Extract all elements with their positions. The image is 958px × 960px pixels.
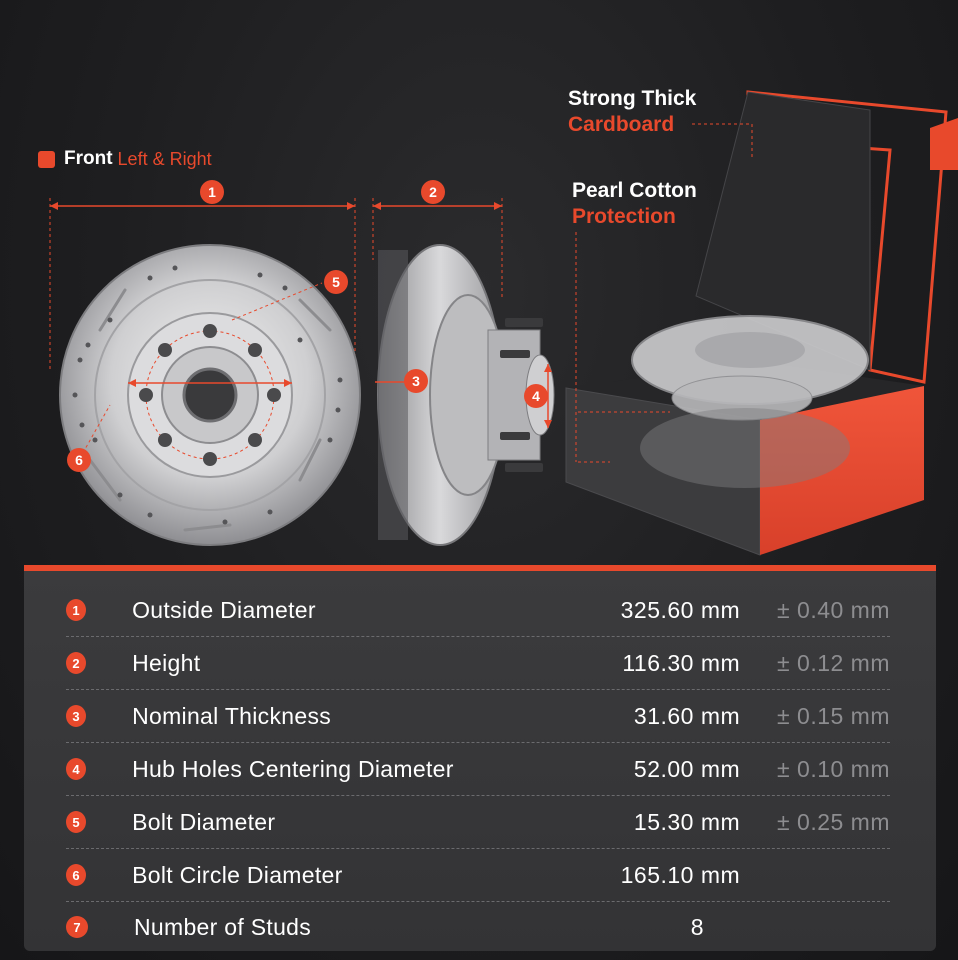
spec-value: 15.30 mm	[633, 808, 741, 835]
spec-row: 2 Height 116.30 mm ± 0.12 mm	[66, 637, 890, 689]
marker-2: 2	[421, 180, 445, 204]
spec-name: Height	[132, 649, 201, 676]
spec-number-badge: 3	[66, 705, 87, 727]
spec-row: 3 Nominal Thickness 31.60 mm ± 0.15 mm	[66, 690, 890, 742]
marker-4: 4	[524, 384, 548, 408]
product-illustration	[49, 90, 958, 556]
spec-name: Hub Holes Centering Diameter	[132, 755, 454, 782]
spec-name: Nominal Thickness	[132, 702, 332, 729]
spec-row: 7 Number of Studs 8	[66, 901, 890, 953]
spec-tolerance: ± 0.15 mm	[777, 702, 891, 729]
spec-number-badge: 7	[66, 916, 88, 938]
spec-name: Bolt Diameter	[132, 808, 276, 835]
spec-name: Number of Studs	[134, 913, 312, 940]
marker-3: 3	[404, 369, 428, 393]
spec-number-badge: 6	[66, 864, 87, 886]
brake-rotor-front-view	[59, 244, 361, 546]
spec-number-badge: 2	[66, 652, 87, 674]
spec-value: 165.10 mm	[620, 861, 741, 888]
spec-row: 5 Bolt Diameter 15.30 mm ± 0.25 mm	[66, 796, 890, 848]
marker-6: 6	[67, 448, 91, 472]
spec-number-badge: 5	[66, 811, 87, 833]
spec-name: Outside Diameter	[132, 596, 316, 623]
spec-row: 1 Outside Diameter 325.60 mm ± 0.40 mm	[66, 584, 890, 636]
spec-value: 52.00 mm	[633, 755, 741, 782]
spec-value: 8	[690, 913, 704, 940]
spec-number-badge: 1	[66, 599, 87, 621]
spec-tolerance: ± 0.10 mm	[777, 755, 891, 782]
spec-row: 4 Hub Holes Centering Diameter 52.00 mm …	[66, 743, 890, 795]
spec-number-badge: 4	[66, 758, 87, 780]
marker-5: 5	[324, 270, 348, 294]
packaging-box	[565, 90, 958, 556]
spec-tolerance: ± 0.25 mm	[777, 808, 891, 835]
spec-name: Bolt Circle Diameter	[132, 861, 343, 888]
marker-1: 1	[200, 180, 224, 204]
spec-table: 1 Outside Diameter 325.60 mm ± 0.40 mm 2…	[24, 565, 936, 951]
spec-tolerance: ± 0.40 mm	[777, 596, 891, 623]
spec-value: 325.60 mm	[620, 596, 741, 623]
spec-value: 116.30 mm	[622, 649, 741, 676]
spec-tolerance: ± 0.12 mm	[777, 649, 891, 676]
spec-row: 6 Bolt Circle Diameter 165.10 mm	[66, 849, 890, 901]
spec-value: 31.60 mm	[633, 702, 741, 729]
